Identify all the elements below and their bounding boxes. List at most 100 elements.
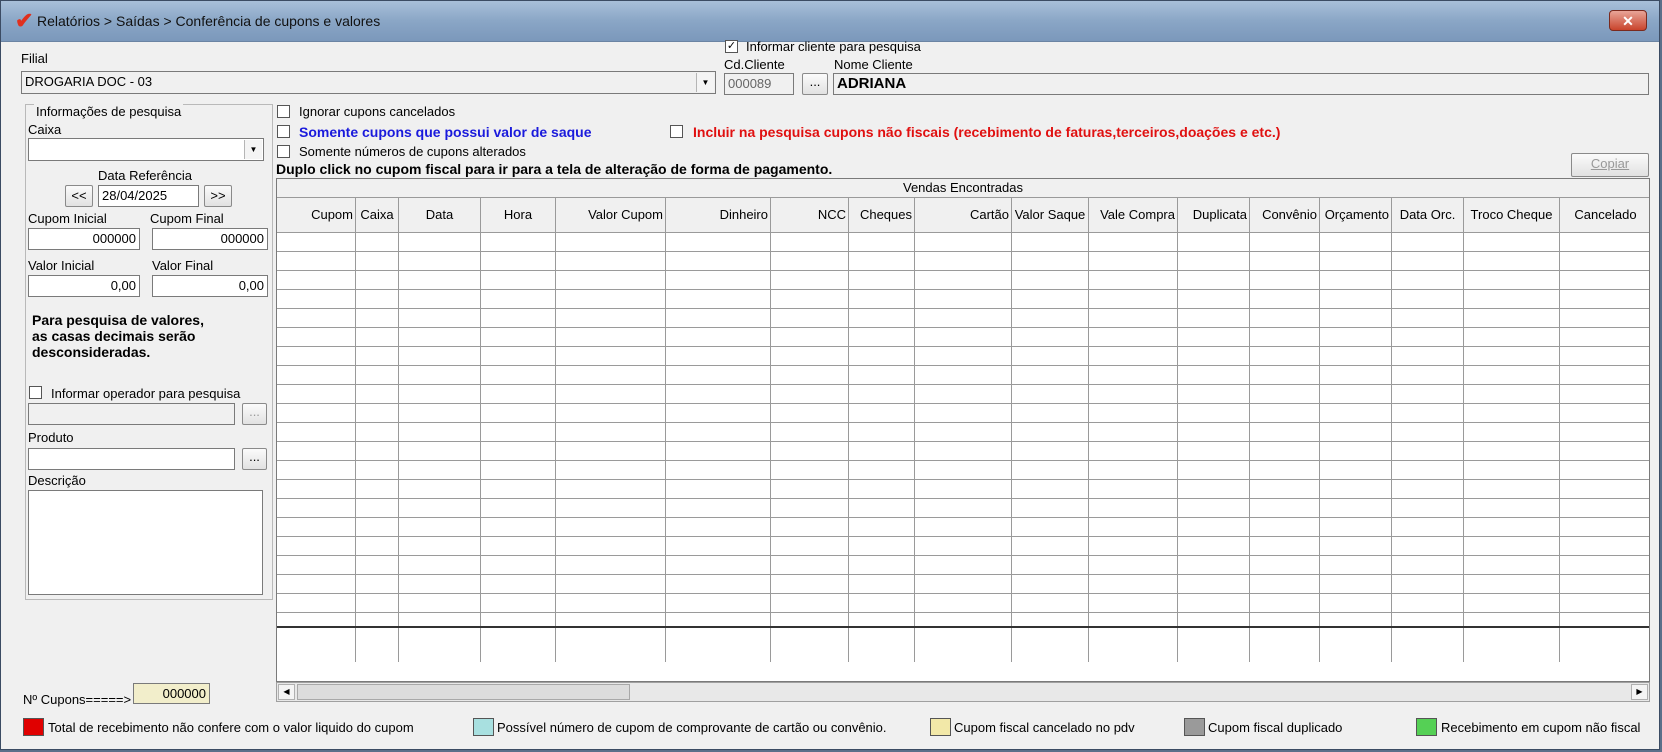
valor-inicial-field[interactable]: 0,00 bbox=[28, 275, 140, 297]
note-line: as casas decimais serão bbox=[32, 328, 196, 344]
col-ncc[interactable]: NCC bbox=[771, 198, 849, 232]
caixa-select[interactable]: ▼ bbox=[28, 138, 264, 161]
decimal-note: Para pesquisa de valores, as casas decim… bbox=[32, 312, 246, 360]
chevron-down-icon[interactable]: ▼ bbox=[244, 140, 262, 159]
grid-horizontal-scrollbar[interactable]: ◀ ▶ bbox=[276, 682, 1650, 702]
grid-divider bbox=[398, 198, 399, 662]
filial-label: Filial bbox=[21, 51, 48, 66]
informar-operador-checkbox[interactable] bbox=[29, 386, 42, 399]
data-ref-field[interactable]: 28/04/2025 bbox=[98, 185, 199, 207]
prev-date-button[interactable]: << bbox=[65, 185, 93, 207]
grid-divider bbox=[355, 198, 356, 662]
app-check-icon: ✔ bbox=[15, 8, 34, 33]
note-line: Para pesquisa de valores, bbox=[32, 312, 204, 328]
grid-divider bbox=[770, 198, 771, 662]
grid-title: Vendas Encontradas bbox=[277, 179, 1649, 198]
produto-field[interactable] bbox=[28, 448, 235, 470]
grid-divider bbox=[480, 198, 481, 662]
legend-label: Cupom fiscal cancelado no pdv bbox=[954, 720, 1135, 735]
filial-select[interactable]: DROGARIA DOC - 03 ▼ bbox=[21, 71, 716, 94]
legend-swatch-green bbox=[1416, 718, 1437, 736]
grid-divider bbox=[1559, 198, 1560, 662]
vendas-grid[interactable]: Vendas Encontradas Cupom Caixa Data Hora… bbox=[276, 178, 1650, 682]
informar-operador-label: Informar operador para pesquisa bbox=[51, 386, 241, 401]
n-cupons-value: 000000 bbox=[133, 683, 210, 704]
close-button[interactable]: ✕ bbox=[1609, 10, 1647, 31]
grid-divider bbox=[1249, 198, 1250, 662]
filial-value: DROGARIA DOC - 03 bbox=[25, 74, 153, 89]
cupom-final-label: Cupom Final bbox=[150, 211, 224, 226]
somente-saque-label: Somente cupons que possui valor de saque bbox=[299, 124, 592, 140]
produto-lookup-button[interactable]: ... bbox=[242, 448, 267, 470]
grid-divider bbox=[848, 198, 849, 662]
chevron-down-icon[interactable]: ▼ bbox=[696, 73, 714, 92]
window-title: Relatórios > Saídas > Conferência de cup… bbox=[37, 13, 381, 29]
legend-label: Recebimento em cupom não fiscal bbox=[1441, 720, 1641, 735]
col-hora[interactable]: Hora bbox=[481, 198, 556, 232]
legend-swatch-cyan bbox=[473, 718, 494, 736]
produto-label: Produto bbox=[28, 430, 74, 445]
descricao-label: Descrição bbox=[28, 473, 86, 488]
grid-divider bbox=[665, 198, 666, 662]
scroll-left-icon[interactable]: ◀ bbox=[278, 684, 295, 700]
next-date-button[interactable]: >> bbox=[204, 185, 232, 207]
scroll-thumb[interactable] bbox=[297, 684, 630, 700]
cupom-final-field[interactable]: 000000 bbox=[152, 228, 268, 250]
col-data-orc[interactable]: Data Orc. bbox=[1392, 198, 1464, 232]
grid-divider bbox=[914, 198, 915, 662]
grid-divider bbox=[1391, 198, 1392, 662]
cupom-inicial-label: Cupom Inicial bbox=[28, 211, 107, 226]
main-window: ✔ Relatórios > Saídas > Conferência de c… bbox=[0, 0, 1660, 750]
grid-divider bbox=[1177, 198, 1178, 662]
col-data[interactable]: Data bbox=[399, 198, 481, 232]
col-valor-cupom[interactable]: Valor Cupom bbox=[556, 198, 666, 232]
somente-saque-checkbox[interactable] bbox=[277, 125, 290, 138]
ignorar-cancelados-label: Ignorar cupons cancelados bbox=[299, 104, 456, 119]
descricao-field[interactable] bbox=[28, 490, 263, 595]
totals-divider bbox=[277, 626, 1649, 628]
cliente-lookup-button[interactable]: ... bbox=[802, 73, 828, 95]
incluir-nao-fiscais-label: Incluir na pesquisa cupons não fiscais (… bbox=[693, 124, 1281, 140]
cupom-inicial-field[interactable]: 000000 bbox=[28, 228, 140, 250]
valor-inicial-label: Valor Inicial bbox=[28, 258, 95, 273]
cd-cliente-label: Cd.Cliente bbox=[724, 57, 785, 72]
col-orcamento[interactable]: Orçamento bbox=[1320, 198, 1392, 232]
col-duplicata[interactable]: Duplicata bbox=[1178, 198, 1250, 232]
operador-field[interactable] bbox=[28, 403, 235, 425]
grid-divider bbox=[1463, 198, 1464, 662]
grid-divider bbox=[1319, 198, 1320, 662]
col-troco-cheque[interactable]: Troco Cheque bbox=[1464, 198, 1560, 232]
incluir-nao-fiscais-checkbox[interactable] bbox=[670, 125, 683, 138]
col-cheques[interactable]: Cheques bbox=[849, 198, 915, 232]
col-cartao[interactable]: Cartão bbox=[915, 198, 1012, 232]
caixa-label: Caixa bbox=[28, 122, 62, 137]
col-caixa[interactable]: Caixa bbox=[356, 198, 399, 232]
col-vale-compra[interactable]: Vale Compra bbox=[1089, 198, 1178, 232]
operador-lookup-button[interactable]: ... bbox=[242, 403, 267, 425]
grid-divider bbox=[555, 198, 556, 662]
grid-header: Cupom Caixa Data Hora Valor Cupom Dinhei… bbox=[277, 198, 1649, 233]
valor-final-field[interactable]: 0,00 bbox=[152, 275, 268, 297]
col-cancelado[interactable]: Cancelado bbox=[1560, 198, 1649, 232]
grid-divider bbox=[1088, 198, 1089, 662]
legend-swatch-yellow bbox=[930, 718, 951, 736]
somente-alterados-checkbox[interactable] bbox=[277, 145, 290, 158]
col-valor-saque[interactable]: Valor Saque bbox=[1012, 198, 1089, 232]
ignorar-cancelados-checkbox[interactable] bbox=[277, 105, 290, 118]
col-cupom[interactable]: Cupom bbox=[277, 198, 356, 232]
nome-cliente-field[interactable]: ADRIANA bbox=[833, 73, 1649, 95]
duplo-click-hint: Duplo click no cupom fiscal para ir para… bbox=[276, 161, 833, 177]
cd-cliente-field[interactable]: 000089 bbox=[724, 73, 794, 95]
data-ref-label: Data Referência bbox=[98, 168, 192, 183]
nome-cliente-label: Nome Cliente bbox=[834, 57, 913, 72]
informar-cliente-checkbox[interactable]: ✓ bbox=[725, 40, 738, 53]
scroll-right-icon[interactable]: ▶ bbox=[1631, 684, 1648, 700]
copiar-button[interactable]: Copiar bbox=[1571, 153, 1649, 177]
valor-final-label: Valor Final bbox=[152, 258, 214, 273]
grid-rows[interactable] bbox=[277, 233, 1649, 625]
title-bar: ✔ Relatórios > Saídas > Conferência de c… bbox=[1, 1, 1659, 42]
col-dinheiro[interactable]: Dinheiro bbox=[666, 198, 771, 232]
col-convenio[interactable]: Convênio bbox=[1250, 198, 1320, 232]
pesquisa-group-label: Informações de pesquisa bbox=[34, 104, 184, 119]
legend-label: Cupom fiscal duplicado bbox=[1208, 720, 1343, 735]
